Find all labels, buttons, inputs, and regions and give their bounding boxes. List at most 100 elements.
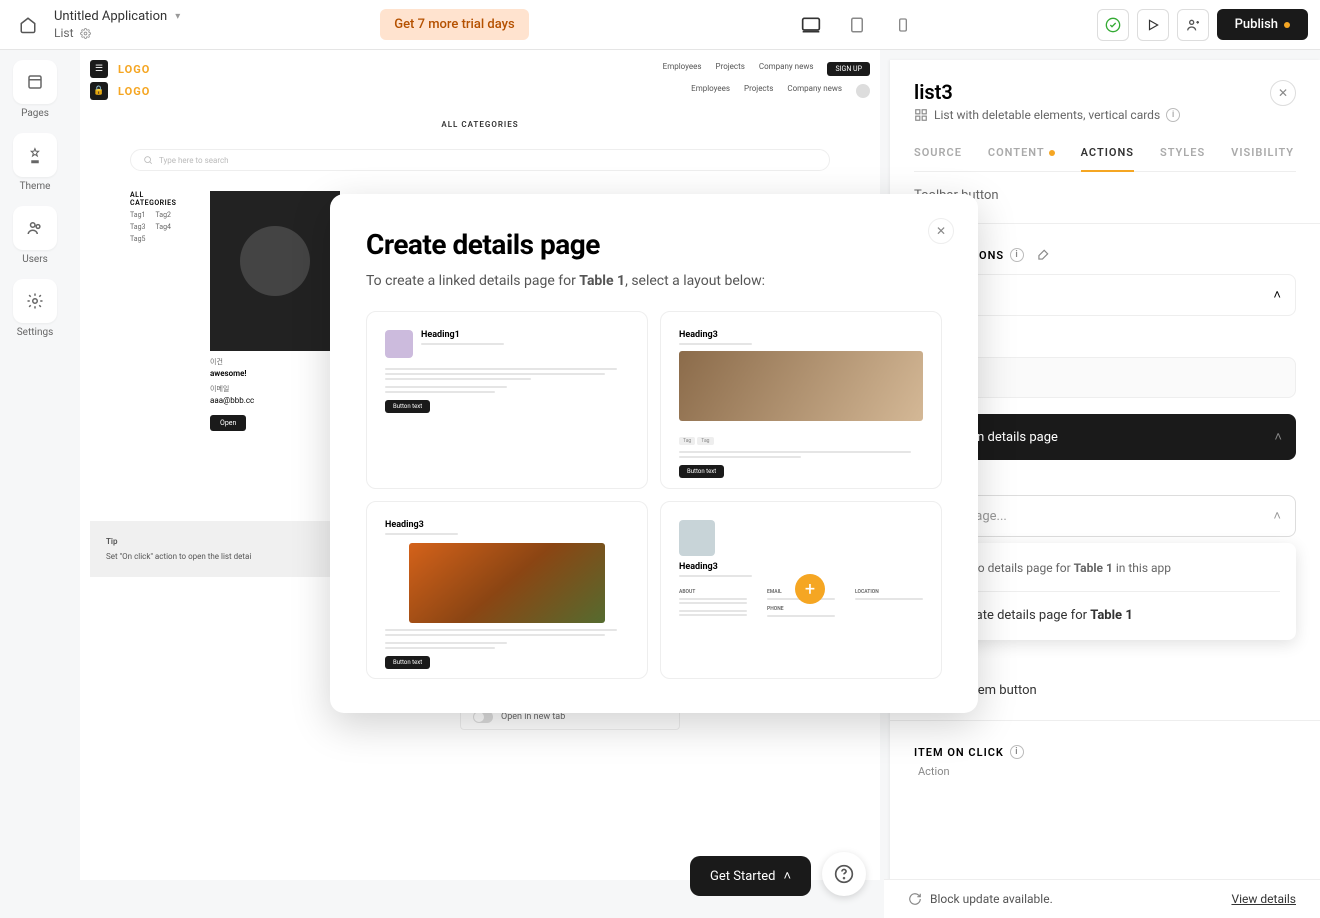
device-mobile-button[interactable] (889, 11, 917, 39)
pages-icon (13, 60, 57, 104)
publish-label: Publish (1235, 17, 1278, 32)
sidebar-item-settings[interactable]: Settings (10, 279, 60, 338)
signup-chip: SIGN UP (827, 62, 870, 76)
layout-option-1[interactable]: Heading1 Button text (366, 311, 648, 489)
brush-icon[interactable] (1036, 248, 1050, 262)
action-label: Action (922, 332, 1296, 345)
app-title[interactable]: Untitled Application (54, 9, 167, 24)
chevron-up-icon: ˄ (1273, 287, 1281, 303)
nav-link: Projects (716, 62, 745, 76)
layout-button: Button text (385, 656, 430, 669)
get-started-button[interactable]: Get Started ˄ (690, 856, 811, 896)
breadcrumb[interactable]: List (54, 26, 74, 40)
nav-link: Company news (759, 62, 814, 76)
list-card: 이건 awesome! 이메일 aaa@bbb.cc Open (210, 191, 340, 431)
play-button[interactable] (1137, 9, 1169, 41)
avatar-icon (856, 84, 870, 98)
tag: Tag5 (130, 235, 145, 243)
tab-label: SOURCE (914, 146, 962, 159)
tab-actions[interactable]: ACTIONS (1081, 146, 1134, 171)
image-placeholder (409, 543, 604, 623)
nav-link: Company news (787, 84, 842, 98)
tab-content[interactable]: CONTENT (988, 146, 1055, 171)
status-check-button[interactable] (1097, 9, 1129, 41)
view-details-link[interactable]: View details (1231, 892, 1296, 906)
card-image (210, 191, 340, 351)
settings-icon (13, 279, 57, 323)
action-label: Action (918, 765, 1296, 778)
layout-option-2[interactable]: Heading3 TagTag Button text (660, 311, 942, 489)
tab-label: VISIBILITY (1231, 146, 1294, 159)
text: in this app (1113, 561, 1171, 575)
preview-logo: LOGO (118, 85, 150, 98)
help-button[interactable] (822, 852, 866, 896)
sidebar-item-pages[interactable]: Pages (10, 60, 60, 119)
layout-option-3[interactable]: Heading3 Button text (366, 501, 648, 679)
tab-label: STYLES (1160, 146, 1205, 159)
preview-lock-icon: 🔒 (90, 82, 108, 100)
avatar-placeholder (385, 330, 413, 358)
update-message: Block update available. (930, 892, 1053, 906)
sidebar-item-label: Pages (21, 108, 49, 119)
publish-button[interactable]: Publish (1217, 9, 1308, 40)
share-button[interactable] (1177, 9, 1209, 41)
card-name-label: 이건 (210, 357, 340, 367)
sidebar-item-label: Settings (17, 327, 54, 338)
image-placeholder (679, 351, 923, 421)
get-started-label: Get Started (710, 869, 775, 884)
preview-logo: LOGO (118, 63, 150, 76)
create-details-modal: ✕ Create details page To create a linked… (330, 194, 978, 713)
info-icon[interactable]: i (1166, 108, 1180, 122)
card-email: aaa@bbb.cc (210, 396, 340, 405)
search-icon (143, 155, 153, 165)
nav-link: Employees (691, 84, 730, 98)
trial-button[interactable]: Get 7 more trial days (380, 9, 528, 40)
no-details-message: There's no details page for Table 1 in t… (930, 559, 1280, 577)
tag: Tag1 (130, 211, 145, 219)
section-item-on-click: ITEM ON CLICK (914, 746, 1004, 759)
sidebar-item-theme[interactable]: Theme (10, 133, 60, 192)
sidebar-item-users[interactable]: Users (10, 206, 60, 265)
device-desktop-button[interactable] (797, 11, 825, 39)
card-email-label: 이메일 (210, 384, 340, 394)
app-title-block: Untitled Application ▾ List (54, 9, 180, 40)
all-categories-heading: ALL CATEGORIES (90, 120, 870, 129)
tab-styles[interactable]: STYLES (1160, 146, 1205, 171)
layout-heading: Heading3 (385, 520, 629, 530)
gear-icon[interactable] (80, 28, 91, 39)
refresh-icon (908, 892, 922, 906)
nav-link: Employees (663, 62, 702, 76)
theme-icon (13, 133, 57, 177)
panel-title: list3 (914, 80, 1180, 104)
tab-label: ACTIONS (1081, 146, 1134, 159)
add-icon: + (795, 574, 825, 604)
chevron-down-icon[interactable]: ▾ (175, 11, 180, 22)
create-details-page-link[interactable]: + Create details page for Table 1 (930, 606, 1280, 624)
layout-heading: Heading1 (421, 330, 629, 340)
page-label: Page (922, 476, 1296, 489)
sidebar-item-label: Theme (20, 181, 51, 192)
home-icon[interactable] (12, 9, 44, 41)
device-tablet-button[interactable] (843, 11, 871, 39)
layout-option-4[interactable]: Heading3 + ABOUT EMAILPHONE LOCATION (660, 501, 942, 679)
info-icon[interactable]: i (1010, 248, 1024, 262)
tab-source[interactable]: SOURCE (914, 146, 962, 171)
info-icon[interactable]: i (1010, 745, 1024, 759)
tag: Tag3 (130, 223, 145, 231)
table-name: Table 1 (1074, 561, 1113, 575)
card-title: awesome! (210, 369, 340, 378)
search-placeholder: Type here to search (159, 156, 229, 165)
layout-heading: Heading3 (679, 562, 923, 572)
chevron-up-icon: ˄ (1274, 429, 1282, 445)
modal-close-button[interactable]: ✕ (928, 218, 954, 244)
layout-button: Button text (385, 400, 430, 413)
avatar-placeholder (679, 520, 715, 556)
modal-title: Create details page (366, 228, 942, 261)
chevron-up-icon: ˄ (783, 868, 791, 884)
table-name: Table 1 (579, 273, 625, 289)
open-details-page-label: Open details page (954, 430, 1274, 445)
close-panel-button[interactable]: ✕ (1270, 80, 1296, 106)
create-details-label: Create details page for Table 1 (956, 608, 1133, 623)
tab-visibility[interactable]: VISIBILITY (1231, 146, 1294, 171)
grid-icon (914, 108, 928, 122)
